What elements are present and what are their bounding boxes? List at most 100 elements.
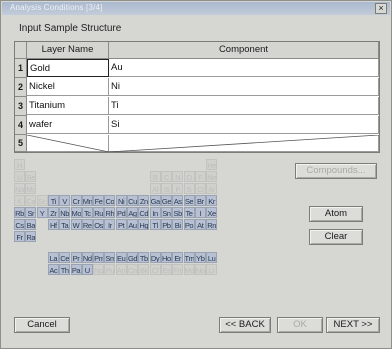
- element-re[interactable]: Re: [81, 219, 93, 230]
- element-ba[interactable]: Ba: [25, 219, 37, 230]
- element-sr[interactable]: Sr: [25, 207, 37, 218]
- element-pd[interactable]: Pd: [115, 207, 127, 218]
- element-zn[interactable]: Zn: [138, 195, 150, 206]
- element-np: Np: [93, 264, 105, 275]
- element-xe[interactable]: Xe: [206, 207, 218, 218]
- element-ru[interactable]: Ru: [93, 207, 105, 218]
- element-te[interactable]: Te: [183, 207, 195, 218]
- element-be: Be: [25, 171, 37, 182]
- element-v[interactable]: V: [59, 195, 71, 206]
- row-number-header: [15, 42, 27, 59]
- cancel-button[interactable]: Cancel: [14, 317, 70, 333]
- element-mo[interactable]: Mo: [70, 207, 82, 218]
- component-cell[interactable]: Ti: [109, 97, 379, 115]
- row-number[interactable]: 4: [15, 116, 27, 135]
- element-ac[interactable]: Ac: [47, 264, 59, 275]
- next-button[interactable]: NEXT >>: [326, 317, 380, 333]
- element-w[interactable]: W: [70, 219, 82, 230]
- element-yb[interactable]: Yb: [194, 252, 206, 263]
- element-co[interactable]: Co: [104, 195, 116, 206]
- element-pa[interactable]: Pa: [70, 264, 82, 275]
- element-pm[interactable]: Pm: [93, 252, 105, 263]
- element-nd[interactable]: Nd: [81, 252, 93, 263]
- element-cr[interactable]: Cr: [70, 195, 82, 206]
- element-sm[interactable]: Sm: [104, 252, 116, 263]
- element-au[interactable]: Au: [127, 219, 138, 230]
- element-sb[interactable]: Sb: [172, 207, 184, 218]
- element-y[interactable]: Y: [36, 207, 48, 218]
- element-at[interactable]: At: [194, 219, 206, 230]
- element-zr[interactable]: Zr: [47, 207, 59, 218]
- component-cell[interactable]: Au: [109, 59, 379, 77]
- clear-button[interactable]: Clear: [309, 229, 363, 245]
- element-ce[interactable]: Ce: [59, 252, 71, 263]
- component-cell[interactable]: Si: [109, 116, 379, 134]
- element-rh[interactable]: Rh: [104, 207, 116, 218]
- element-br[interactable]: Br: [194, 195, 206, 206]
- element-pt[interactable]: Pt: [115, 219, 127, 230]
- element-gd[interactable]: Gd: [127, 252, 138, 263]
- element-ge[interactable]: Ge: [160, 195, 172, 206]
- element-tm[interactable]: Tm: [183, 252, 195, 263]
- element-cs[interactable]: Cs: [14, 219, 25, 230]
- element-tl[interactable]: Tl: [149, 219, 161, 230]
- element-se[interactable]: Se: [183, 195, 195, 206]
- element-th[interactable]: Th: [59, 264, 71, 275]
- element-sn[interactable]: Sn: [160, 207, 172, 218]
- element-kr[interactable]: Kr: [206, 195, 218, 206]
- element-ta[interactable]: Ta: [59, 219, 71, 230]
- row-number[interactable]: 3: [15, 97, 27, 116]
- element-ag[interactable]: Ag: [127, 207, 138, 218]
- element-as[interactable]: As: [172, 195, 184, 206]
- row-number[interactable]: 2: [15, 78, 27, 97]
- element-in[interactable]: In: [149, 207, 161, 218]
- element-cl: Cl: [194, 183, 206, 194]
- element-pr[interactable]: Pr: [70, 252, 82, 263]
- close-button[interactable]: ×: [375, 3, 387, 14]
- element-po[interactable]: Po: [183, 219, 195, 230]
- layer-name-cell[interactable]: Titanium: [27, 97, 109, 115]
- element-eu[interactable]: Eu: [115, 252, 127, 263]
- ok-button[interactable]: OK: [277, 317, 323, 333]
- element-er[interactable]: Er: [172, 252, 184, 263]
- element-lu[interactable]: Lu: [206, 252, 218, 263]
- element-o: O: [183, 171, 195, 182]
- element-ra[interactable]: Ra: [25, 231, 37, 242]
- layer-name-cell[interactable]: wafer: [27, 116, 109, 134]
- layer-name-cell[interactable]: Nickel: [27, 78, 109, 96]
- element-ga[interactable]: Ga: [149, 195, 161, 206]
- element-os[interactable]: Os: [93, 219, 105, 230]
- element-cf: Cf: [149, 264, 161, 275]
- element-cd[interactable]: Cd: [138, 207, 150, 218]
- element-fe[interactable]: Fe: [93, 195, 105, 206]
- element-li: Li: [14, 171, 25, 182]
- element-hg[interactable]: Hg: [138, 219, 150, 230]
- element-ho[interactable]: Ho: [160, 252, 172, 263]
- title-bar: Analysis Conditions [3/4] ×: [2, 2, 390, 15]
- element-mn[interactable]: Mn: [81, 195, 93, 206]
- layer-name-cell[interactable]: Gold: [27, 59, 109, 77]
- element-la[interactable]: La: [47, 252, 59, 263]
- element-rb[interactable]: Rb: [14, 207, 25, 218]
- element-ni[interactable]: Ni: [115, 195, 127, 206]
- element-hf[interactable]: Hf: [47, 219, 59, 230]
- element-tb[interactable]: Tb: [138, 252, 150, 263]
- element-ir[interactable]: Ir: [104, 219, 116, 230]
- row-number[interactable]: 5: [15, 135, 27, 152]
- component-cell[interactable]: Ni: [109, 78, 379, 96]
- compounds-button[interactable]: Compounds...: [295, 163, 377, 179]
- back-button[interactable]: << BACK: [219, 317, 271, 333]
- element-ti[interactable]: Ti: [47, 195, 59, 206]
- element-bi[interactable]: Bi: [172, 219, 184, 230]
- element-fr[interactable]: Fr: [14, 231, 25, 242]
- element-nb[interactable]: Nb: [59, 207, 71, 218]
- element-dy[interactable]: Dy: [149, 252, 161, 263]
- element-i[interactable]: I: [194, 207, 206, 218]
- element-tc[interactable]: Tc: [81, 207, 93, 218]
- element-rn[interactable]: Rn: [206, 219, 218, 230]
- atom-button[interactable]: Atom: [309, 206, 363, 222]
- element-pb[interactable]: Pb: [160, 219, 172, 230]
- row-number[interactable]: 1: [15, 59, 27, 78]
- element-u[interactable]: U: [81, 264, 93, 275]
- element-cu[interactable]: Cu: [127, 195, 138, 206]
